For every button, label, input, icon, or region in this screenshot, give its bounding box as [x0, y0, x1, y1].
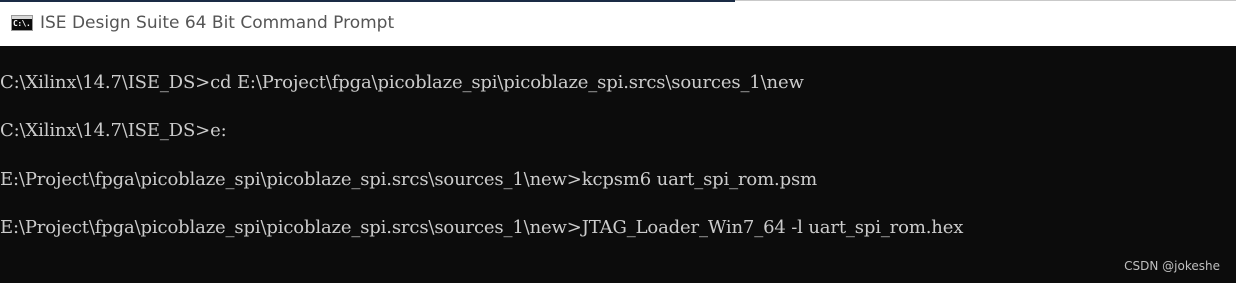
console-line: C:\Xilinx\14.7\ISE_DS>cd E:\Project\fpga…	[0, 72, 804, 93]
window-title: ISE Design Suite 64 Bit Command Prompt	[40, 13, 395, 33]
cmd-icon[interactable]: C:\.	[11, 15, 33, 31]
command-prompt-window: C:\. ISE Design Suite 64 Bit Command Pro…	[0, 0, 1236, 283]
title-bar-accent	[0, 0, 735, 2]
console-output[interactable]: C:\Xilinx\14.7\ISE_DS>cd E:\Project\fpga…	[0, 46, 1236, 283]
cmd-icon-label: C:\.	[13, 19, 31, 28]
console-line: E:\Project\fpga\picoblaze_spi\picoblaze_…	[0, 217, 964, 238]
title-bar[interactable]: C:\. ISE Design Suite 64 Bit Command Pro…	[0, 0, 1236, 46]
console-line: C:\Xilinx\14.7\ISE_DS>e:	[0, 120, 227, 141]
console-line: E:\Project\fpga\picoblaze_spi\picoblaze_…	[0, 169, 817, 190]
title-bar-border	[735, 0, 1236, 1]
watermark: CSDN @jokeshe	[1124, 259, 1220, 273]
